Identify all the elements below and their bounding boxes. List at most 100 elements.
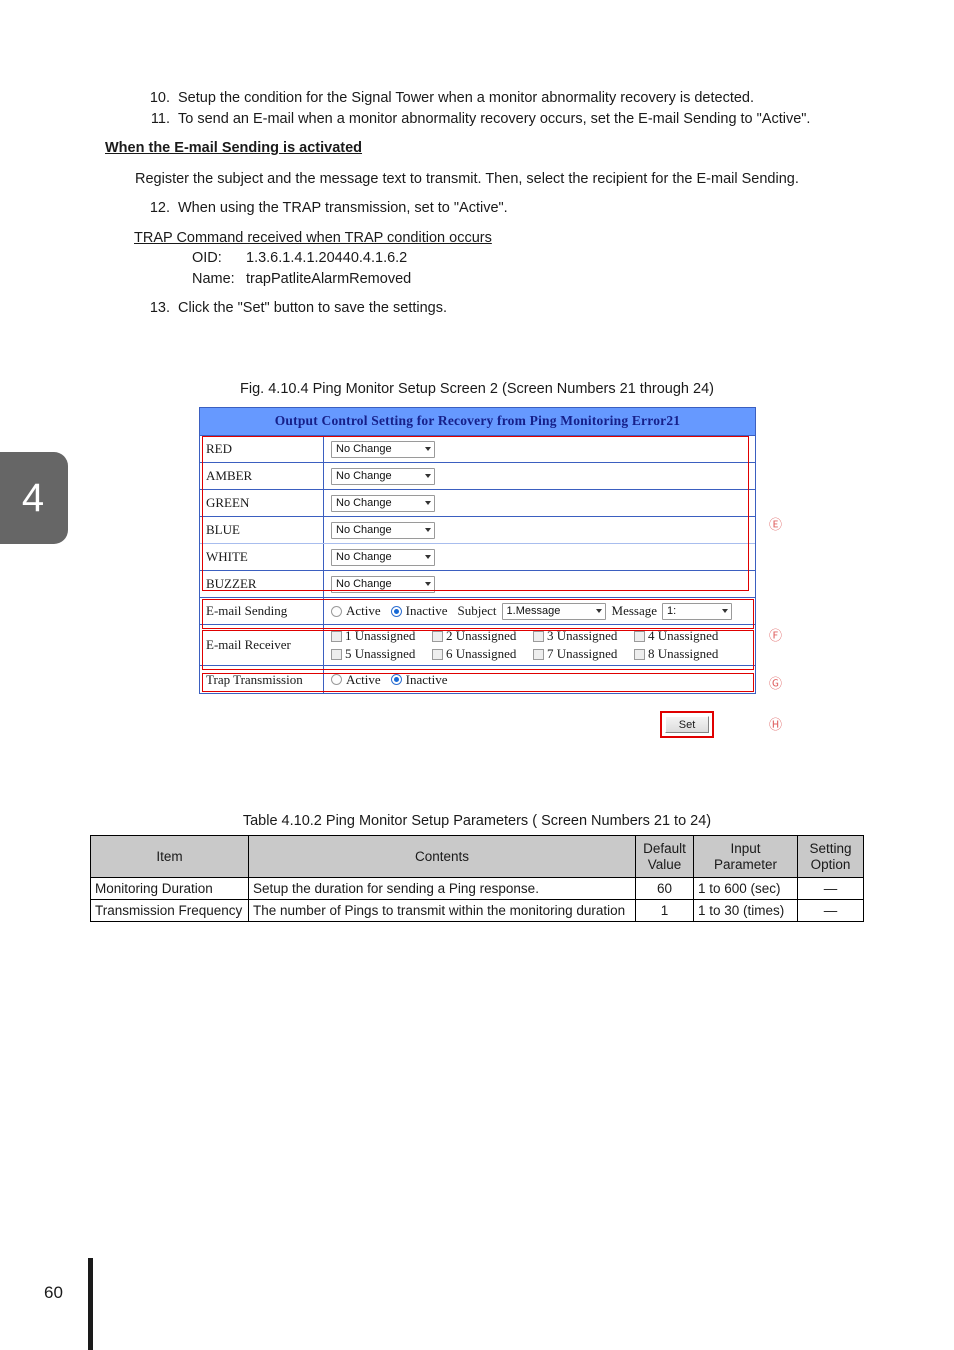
checkbox-receiver-3[interactable]: 3 Unassigned (533, 628, 634, 644)
radio-trap-active[interactable]: Active (331, 672, 391, 688)
header-item: Item (90, 835, 249, 878)
callout-13: Ⓗ (769, 717, 783, 732)
dropdown-subject-value: 1.Message (506, 605, 561, 617)
email-receiver-row: E-mail Receiver 1 Unassigned 2 Unassigne… (200, 625, 755, 666)
header-setting-l2: Option (810, 856, 851, 872)
checkbox-receiver-6[interactable]: 6 Unassigned (432, 646, 533, 662)
email-receiver-checkbox-grid: 1 Unassigned 2 Unassigned 3 Unassigned 4… (331, 625, 735, 665)
radio-trap-label-inactive: Inactive (405, 671, 448, 687)
radio-label-inactive: Inactive (405, 603, 448, 618)
screen-title-bar: Output Control Setting for Recovery from… (200, 408, 755, 436)
label-message: Message (611, 603, 658, 618)
checkbox-icon (634, 630, 645, 642)
paragraph-register-subject: Register the subject and the message tex… (135, 171, 799, 187)
radio-email-sending-inactive[interactable]: Inactive (390, 603, 458, 619)
set-button-annotation: Set (660, 711, 714, 738)
radio-dot-icon (331, 605, 342, 617)
dropdown-amber[interactable]: No Change (331, 467, 435, 485)
radio-trap-inactive[interactable]: Inactive (390, 671, 458, 688)
chevron-down-icon (425, 447, 431, 451)
embedded-app-screenshot: Output Control Setting for Recovery from… (199, 407, 756, 694)
value-blue: No Change (324, 517, 755, 543)
dropdown-blue-value: No Change (336, 524, 392, 536)
checkbox-icon (533, 630, 544, 642)
radio-email-sending-active[interactable]: Active (331, 603, 391, 619)
checkbox-icon (432, 648, 443, 660)
dropdown-buzzer-value: No Change (336, 578, 392, 590)
radio-label-active: Active (346, 603, 381, 618)
dropdown-red[interactable]: No Change (331, 440, 435, 458)
set-button[interactable]: Set (665, 716, 709, 733)
footer-rule (88, 1258, 93, 1350)
output-row-amber: AMBER No Change (200, 463, 755, 490)
label-trap-transmission: Trap Transmission (200, 666, 324, 693)
checkbox-line-2: 5 Unassigned 6 Unassigned 7 Unassigned 8… (331, 646, 735, 662)
checkbox-receiver-5[interactable]: 5 Unassigned (331, 646, 432, 662)
checkbox-receiver-1[interactable]: 1 Unassigned (331, 628, 432, 644)
label-email-receiver: E-mail Receiver (200, 625, 324, 665)
cell-contents-transmission-frequency: The number of Pings to transmit within t… (248, 899, 636, 922)
dropdown-white[interactable]: No Change (331, 548, 435, 566)
table-header-row: Item Contents Default Value Input Parame… (90, 835, 864, 878)
cell-input-monitoring-duration: 1 to 600 (sec) (693, 877, 798, 900)
item-13-marker: 13. (149, 300, 170, 316)
trap-oid-value: 1.3.6.1.4.1.20440.4.1.6.2 (246, 250, 408, 266)
dropdown-blue[interactable]: No Change (331, 521, 435, 539)
checkbox-icon (331, 630, 342, 642)
dropdown-amber-value: No Change (336, 470, 392, 482)
value-green: No Change (324, 490, 755, 516)
heading-email-sending-activated: When the E-mail Sending is activated (105, 140, 363, 156)
dropdown-green[interactable]: No Change (331, 494, 435, 512)
checkbox-receiver-4-label: 4 Unassigned (648, 628, 719, 643)
checkbox-icon (432, 630, 443, 642)
output-row-red: RED No Change (200, 436, 755, 463)
cell-default-monitoring-duration: 60 (635, 877, 694, 900)
cell-item-transmission-frequency: Transmission Frequency (90, 899, 249, 922)
value-amber: No Change (324, 463, 755, 489)
instruction-item-12: 12. When using the TRAP transmission, set… (140, 200, 508, 216)
table-row: Transmission Frequency The number of Pin… (90, 899, 864, 922)
dropdown-buzzer[interactable]: No Change (331, 575, 435, 593)
item-10-marker: 10. (149, 90, 170, 106)
item-12-text: When using the TRAP transmission, set to… (178, 200, 508, 216)
checkbox-receiver-8-label: 8 Unassigned (648, 646, 719, 661)
instruction-item-13: 13. Click the "Set" button to save the se… (140, 300, 447, 316)
cell-default-transmission-frequency: 1 (635, 899, 694, 922)
header-setting-l1: Setting (809, 840, 852, 856)
header-input-l2: Parameter (713, 856, 778, 872)
checkbox-receiver-3-label: 3 Unassigned (547, 628, 618, 643)
trap-name-label: Name: (192, 271, 235, 287)
label-amber: AMBER (200, 463, 324, 489)
checkbox-receiver-7[interactable]: 7 Unassigned (533, 646, 634, 662)
trap-transmission-row: Trap Transmission Active Inactive (200, 666, 755, 693)
checkbox-icon (634, 648, 645, 660)
chevron-down-icon (425, 501, 431, 505)
dropdown-message[interactable]: 1: (662, 602, 733, 620)
checkbox-receiver-4[interactable]: 4 Unassigned (634, 628, 735, 644)
output-row-buzzer: BUZZER No Change (200, 571, 755, 598)
checkbox-receiver-8[interactable]: 8 Unassigned (634, 646, 735, 662)
item-11-marker: 11. (150, 111, 170, 127)
cell-setting-monitoring-duration: — (797, 877, 864, 900)
table-caption: Table 4.10.2 Ping Monitor Setup Paramete… (242, 813, 712, 829)
cell-item-monitoring-duration: Monitoring Duration (90, 877, 249, 900)
dropdown-message-value: 1: (667, 605, 677, 617)
header-default-value: Default Value (635, 835, 694, 878)
dropdown-green-value: No Change (336, 497, 392, 509)
email-sending-row: E-mail Sending Active Inactive Subject 1… (200, 598, 755, 625)
chevron-down-icon (425, 528, 431, 532)
trap-oid-label: OID: (192, 250, 222, 266)
checkbox-receiver-2[interactable]: 2 Unassigned (432, 628, 533, 644)
output-row-blue: BLUE No Change (200, 517, 755, 544)
chapter-number: 4 (21, 476, 45, 520)
value-email-receiver: 1 Unassigned 2 Unassigned 3 Unassigned 4… (324, 625, 755, 665)
checkbox-receiver-5-label: 5 Unassigned (345, 646, 416, 661)
table-row: Monitoring Duration Setup the duration f… (90, 877, 864, 900)
item-13-text: Click the "Set" button to save the setti… (178, 300, 448, 316)
dropdown-subject[interactable]: 1.Message (501, 602, 606, 620)
value-email-sending: Active Inactive Subject 1.Message Messag… (324, 598, 755, 624)
header-contents-l1: Contents (414, 848, 470, 864)
header-default-l1: Default (643, 840, 686, 856)
chevron-down-icon (425, 582, 431, 586)
value-trap-transmission: Active Inactive (324, 666, 755, 693)
